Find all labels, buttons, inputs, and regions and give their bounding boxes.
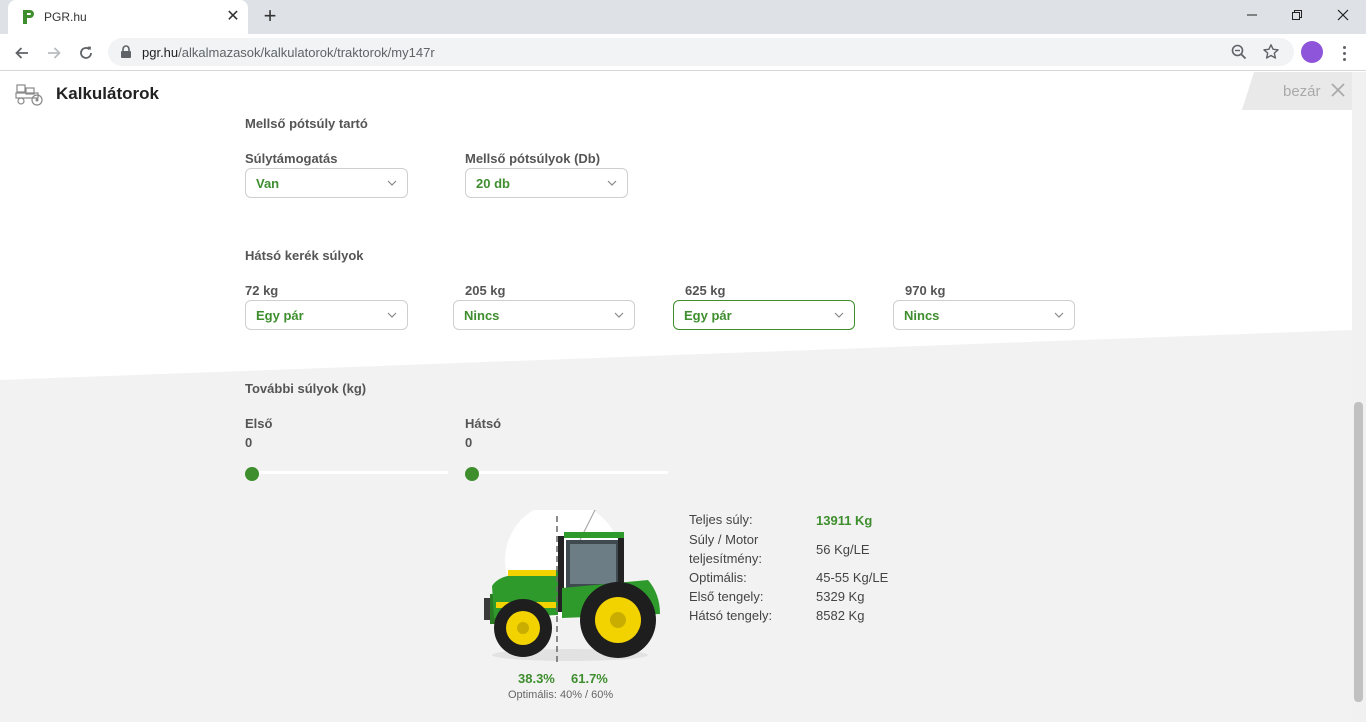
page-title: Kalkulátorok	[56, 84, 159, 103]
rear-axle-label: Hátsó tengely:	[689, 608, 773, 623]
front-extra-slider-track[interactable]	[245, 471, 448, 474]
rear-weight-select-4[interactable]: Nincs	[893, 300, 1075, 330]
reload-icon	[80, 46, 92, 59]
tab-title: PGR.hu	[44, 10, 87, 24]
browser-menu-icon[interactable]	[1334, 41, 1354, 65]
back-arrow-icon	[15, 47, 28, 59]
rear-weight-select-2[interactable]: Nincs	[453, 300, 635, 330]
rear-extra-slider-track[interactable]	[465, 471, 668, 474]
front-count-label: Mellső pótsúlyok (Db)	[465, 151, 601, 166]
rear-weight-label-2: 205 kg	[465, 283, 506, 298]
forward-arrow-icon	[48, 47, 61, 59]
url-text: pgr.hu/alkalmazasok/kalkulatorok/traktor…	[142, 45, 435, 60]
front-extra-label: Első	[245, 416, 273, 431]
calculator-tractor-icon	[15, 84, 43, 106]
chevron-down-icon	[387, 312, 397, 318]
browser-tab-bar: PGR.hu ✕ +	[0, 0, 1366, 34]
bookmark-star-icon[interactable]	[1262, 43, 1280, 61]
chevron-down-icon	[1054, 312, 1064, 318]
back-button[interactable]	[9, 40, 35, 66]
url-path: /alkalmazasok/kalkulatorok/traktorok/my1…	[178, 45, 435, 60]
new-tab-button[interactable]: +	[258, 5, 282, 29]
zoom-out-icon[interactable]	[1230, 43, 1248, 61]
forward-button[interactable]	[41, 40, 67, 66]
window-close-icon	[1337, 9, 1349, 21]
restore-button[interactable]	[1274, 0, 1320, 30]
browser-tab[interactable]: PGR.hu ✕	[8, 0, 248, 34]
tab-close-icon[interactable]: ✕	[224, 8, 242, 26]
rear-weight-select-value-1: Egy pár	[256, 308, 304, 323]
total-weight-label: Teljes súly:	[689, 512, 753, 527]
rear-extra-label: Hátsó	[465, 416, 502, 431]
address-bar[interactable]: pgr.hu/alkalmazasok/kalkulatorok/traktor…	[108, 38, 1294, 66]
support-select[interactable]: Van	[245, 168, 408, 198]
close-button[interactable]: bezár	[1242, 72, 1366, 110]
front-count-select[interactable]: 20 db	[465, 168, 628, 198]
weight-power-label-line2: teljesítmény:	[689, 551, 762, 566]
chevron-down-icon	[614, 312, 624, 318]
chevron-down-icon	[387, 180, 397, 186]
tractor-image	[484, 510, 660, 666]
pgr-favicon-icon	[23, 10, 34, 24]
front-extra-value: 0	[245, 435, 253, 450]
rear-weight-select-1[interactable]: Egy pár	[245, 300, 408, 330]
front-count-select-value: 20 db	[476, 176, 510, 191]
profile-avatar[interactable]	[1301, 41, 1323, 63]
chevron-down-icon	[834, 312, 844, 318]
chevron-down-icon	[607, 180, 617, 186]
rear-weight-label-4: 970 kg	[905, 283, 946, 298]
front-axle-value: 5329 Kg	[816, 589, 865, 604]
page-content: Kalkulátorok bezár Mellső pótsúly tartó …	[0, 72, 1366, 722]
rear-weight-select-value-2: Nincs	[464, 308, 500, 323]
close-label: bezár	[1283, 83, 1321, 100]
rear-axle-value: 8582 Kg	[816, 608, 865, 623]
browser-toolbar: pgr.hu/alkalmazasok/kalkulatorok/traktor…	[0, 34, 1366, 71]
close-x-icon	[1331, 83, 1345, 97]
rear-wheel-weights-title: Hátsó kerék súlyok	[245, 248, 364, 263]
weight-power-label-line1: Súly / Motor	[689, 532, 759, 547]
optimal-label: Optimális:	[689, 570, 747, 585]
support-select-value: Van	[256, 176, 280, 191]
rear-percent: 61.7%	[571, 671, 608, 686]
front-extra-slider-thumb[interactable]	[245, 467, 259, 481]
optimal-distribution-note: Optimális: 40% / 60%	[508, 689, 614, 701]
extra-weights-title: További súlyok (kg)	[245, 381, 367, 396]
rear-weight-label-3: 625 kg	[685, 283, 726, 298]
rear-extra-value: 0	[465, 435, 473, 450]
front-percent: 38.3%	[518, 671, 555, 686]
reload-button[interactable]	[73, 40, 99, 66]
rear-weight-label-1: 72 kg	[245, 283, 279, 298]
window-close-button[interactable]	[1320, 0, 1366, 30]
rear-extra-slider-thumb[interactable]	[465, 467, 479, 481]
front-axle-label: Első tengely:	[689, 589, 764, 604]
lock-icon	[121, 45, 131, 58]
rear-weight-select-3[interactable]: Egy pár	[673, 300, 855, 330]
weight-power-value: 56 Kg/LE	[816, 542, 870, 557]
restore-icon	[1292, 10, 1302, 20]
total-weight-value: 13911 Kg	[816, 513, 873, 528]
url-host: pgr.hu	[142, 45, 179, 60]
scrollbar-thumb[interactable]	[1354, 402, 1363, 702]
front-weights-title: Mellső pótsúly tartó	[245, 116, 368, 131]
support-label: Súlytámogatás	[245, 151, 338, 166]
gray-background	[0, 330, 1352, 722]
rear-weight-select-value-4: Nincs	[904, 308, 940, 323]
optimal-value: 45-55 Kg/LE	[816, 570, 889, 585]
rear-weight-select-value-3: Egy pár	[684, 308, 732, 323]
minimize-button[interactable]	[1229, 0, 1275, 30]
minimize-icon	[1247, 14, 1257, 16]
